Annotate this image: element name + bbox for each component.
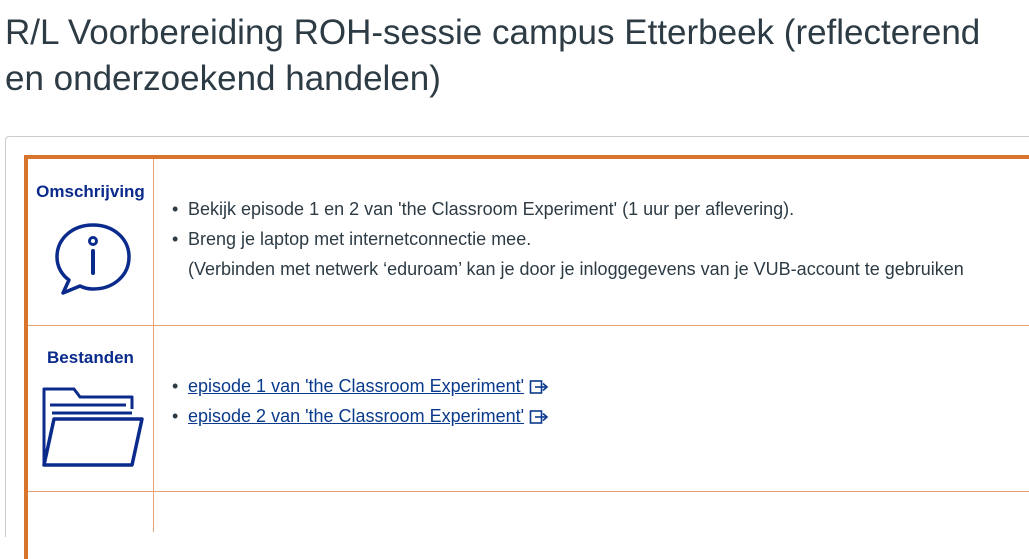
page-title: R/L Voorbereiding ROH-sessie campus Ette… bbox=[5, 10, 1025, 102]
description-item-2: Breng je laptop met internetconnectie me… bbox=[188, 229, 531, 249]
next-content-cell bbox=[154, 492, 1029, 533]
files-label-cell: Bestanden bbox=[28, 326, 154, 492]
description-list: •Bekijk episode 1 en 2 van 'the Classroo… bbox=[172, 194, 1029, 284]
files-row: Bestanden •episode 1 van 'the Classroom … bbox=[28, 326, 1029, 492]
eduroam-note: (Verbinden met netwerk ‘eduroam’ kan je … bbox=[188, 254, 1029, 284]
description-label: Omschrijving bbox=[28, 159, 153, 202]
description-content: •Bekijk episode 1 en 2 van 'the Classroo… bbox=[154, 159, 1029, 326]
files-label: Bestanden bbox=[28, 326, 153, 368]
list-item: •Bekijk episode 1 en 2 van 'the Classroo… bbox=[172, 194, 1029, 224]
files-list: •episode 1 van 'the Classroom Experiment… bbox=[172, 371, 1029, 431]
description-label-cell: Omschrijving bbox=[28, 159, 154, 326]
list-item: •Breng je laptop met internetconnectie m… bbox=[172, 224, 1029, 284]
info-table: Omschrijving •Bekijk episode 1 en 2 van … bbox=[28, 159, 1029, 532]
episode-1-link[interactable]: episode 1 van 'the Classroom Experiment' bbox=[188, 376, 524, 396]
list-item: •episode 2 van 'the Classroom Experiment… bbox=[172, 401, 1029, 431]
description-row: Omschrijving •Bekijk episode 1 en 2 van … bbox=[28, 159, 1029, 326]
episode-2-link[interactable]: episode 2 van 'the Classroom Experiment' bbox=[188, 406, 524, 426]
external-link-icon[interactable] bbox=[529, 409, 549, 425]
next-label-cell bbox=[28, 492, 154, 533]
next-row bbox=[28, 492, 1029, 533]
info-speech-bubble-icon bbox=[53, 221, 133, 297]
list-item: •episode 1 van 'the Classroom Experiment… bbox=[172, 371, 1029, 401]
description-item-1: Bekijk episode 1 en 2 van 'the Classroom… bbox=[188, 199, 794, 219]
files-content: •episode 1 van 'the Classroom Experiment… bbox=[154, 326, 1029, 492]
external-link-icon[interactable] bbox=[529, 379, 549, 395]
folder-icon bbox=[40, 385, 144, 467]
